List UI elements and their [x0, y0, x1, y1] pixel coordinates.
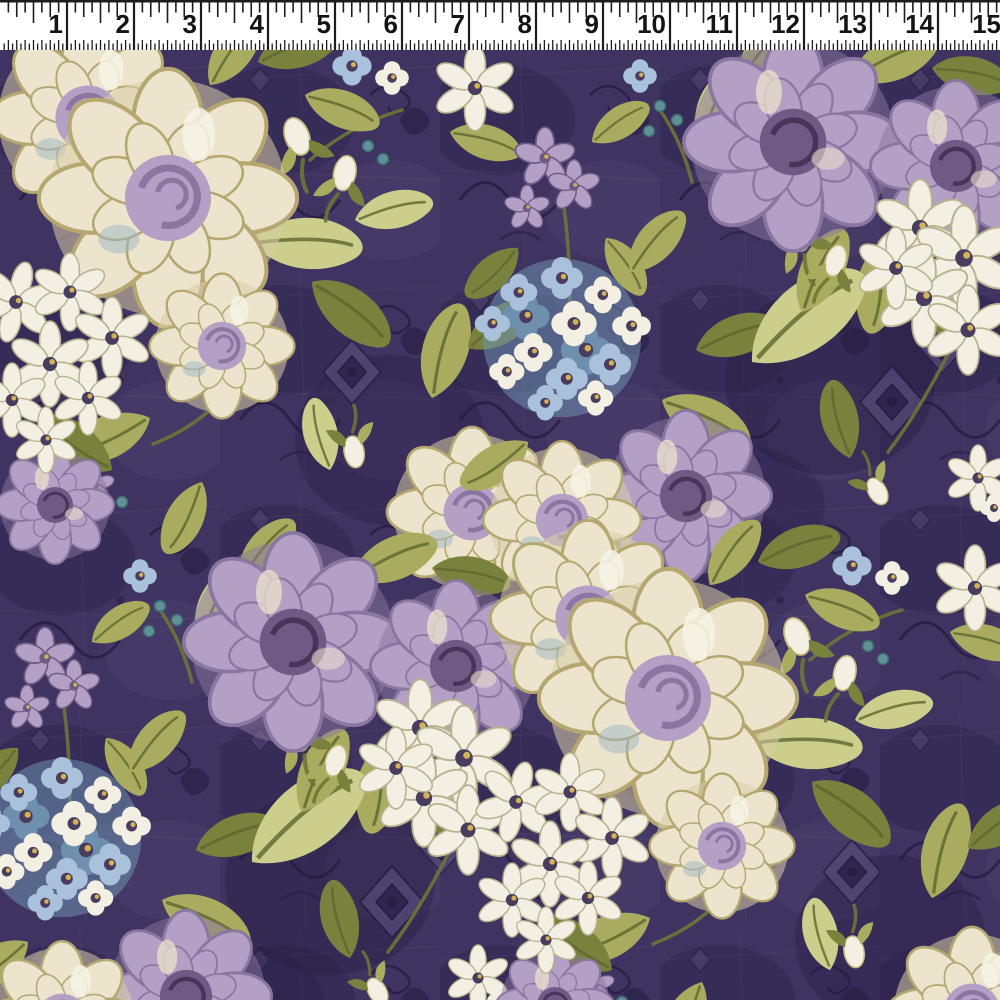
ruler-number: 4 — [250, 9, 265, 39]
ruler-number: 12 — [771, 9, 800, 39]
ruler-number: 11 — [706, 9, 734, 39]
ruler-number: 6 — [384, 9, 398, 39]
ruler-number: 2 — [116, 9, 130, 39]
ruler-number: 5 — [317, 9, 331, 39]
inch-ruler: 123456789101112131415 — [0, 0, 1000, 50]
fabric-swatch-photo: 123456789101112131415 — [0, 0, 1000, 1000]
floral-fabric — [0, 50, 1000, 1000]
ruler-number: 7 — [451, 9, 465, 39]
ruler-number: 13 — [838, 9, 867, 39]
ruler-number: 8 — [518, 9, 532, 39]
ruler-number: 15 — [972, 9, 1000, 39]
ruler-number: 10 — [637, 9, 666, 39]
ruler-number: 14 — [905, 9, 934, 39]
ruler-number: 3 — [183, 9, 197, 39]
ruler-number: 9 — [585, 9, 599, 39]
ruler-number: 1 — [49, 9, 63, 39]
